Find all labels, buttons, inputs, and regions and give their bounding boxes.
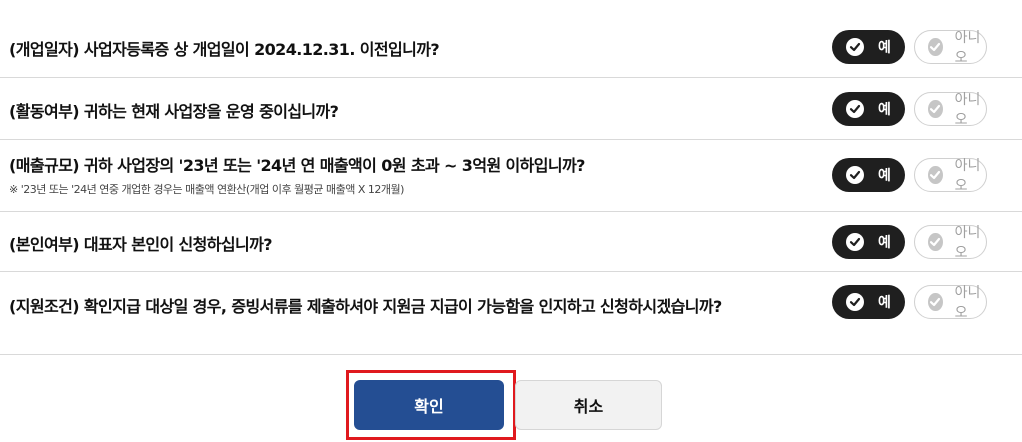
yes-label: 예	[878, 235, 891, 251]
question-text: (본인여부) 대표자 본인이 신청하십니까?	[9, 235, 273, 254]
no-button[interactable]: 아니오	[914, 92, 987, 128]
question-row-5: (지원조건) 확인지급 대상일 경우, 증빙서류를 제출하셔야 지원금 지급이 …	[0, 272, 1022, 334]
question-text: (매출규모) 귀하 사업장의 '23년 또는 '24년 연 매출액이 0원 초과…	[9, 156, 585, 175]
check-icon	[846, 38, 864, 56]
no-label: 아니오	[954, 285, 981, 321]
no-button[interactable]: 아니오	[914, 30, 987, 66]
no-button[interactable]: 아니오	[914, 285, 987, 321]
yes-button[interactable]: 예	[832, 30, 905, 64]
question-text: (활동여부) 귀하는 현재 사업장을 운영 중이십니까?	[9, 102, 339, 121]
check-icon	[846, 233, 864, 251]
yes-button[interactable]: 예	[832, 92, 905, 126]
no-button[interactable]: 아니오	[914, 225, 987, 261]
question-row-4: (본인여부) 대표자 본인이 신청하십니까? 예 아니오	[0, 212, 1022, 272]
yes-button[interactable]: 예	[832, 158, 905, 192]
actions-divider	[0, 354, 1022, 355]
check-icon	[928, 38, 943, 56]
question-text: (개업일자) 사업자등록증 상 개업일이 2024.12.31. 이전입니까?	[9, 40, 440, 59]
question-text: (지원조건) 확인지급 대상일 경우, 증빙서류를 제출하셔야 지원금 지급이 …	[9, 297, 722, 316]
highlight-box	[346, 370, 516, 440]
no-label: 아니오	[954, 30, 981, 66]
no-button[interactable]: 아니오	[914, 158, 987, 194]
check-icon	[928, 233, 943, 251]
check-icon	[928, 100, 943, 118]
question-row-2: (활동여부) 귀하는 현재 사업장을 운영 중이십니까? 예 아니오	[0, 78, 1022, 140]
question-row-1: (개업일자) 사업자등록증 상 개업일이 2024.12.31. 이전입니까? …	[0, 0, 1022, 78]
yes-label: 예	[878, 40, 891, 56]
no-label: 아니오	[954, 158, 981, 194]
yes-label: 예	[878, 102, 891, 118]
yes-button[interactable]: 예	[832, 285, 905, 319]
check-icon	[928, 166, 943, 184]
check-icon	[928, 293, 943, 311]
no-label: 아니오	[954, 225, 981, 261]
cancel-button[interactable]: 취소	[515, 380, 662, 430]
check-icon	[846, 100, 864, 118]
check-icon	[846, 293, 864, 311]
yes-label: 예	[878, 295, 891, 311]
check-icon	[846, 166, 864, 184]
question-row-3: (매출규모) 귀하 사업장의 '23년 또는 '24년 연 매출액이 0원 초과…	[0, 140, 1022, 212]
no-label: 아니오	[954, 92, 981, 128]
yes-label: 예	[878, 168, 891, 184]
yes-button[interactable]: 예	[832, 225, 905, 259]
question-note: ※ '23년 또는 '24년 연중 개업한 경우는 매출액 연환산(개업 이후 …	[9, 183, 404, 196]
